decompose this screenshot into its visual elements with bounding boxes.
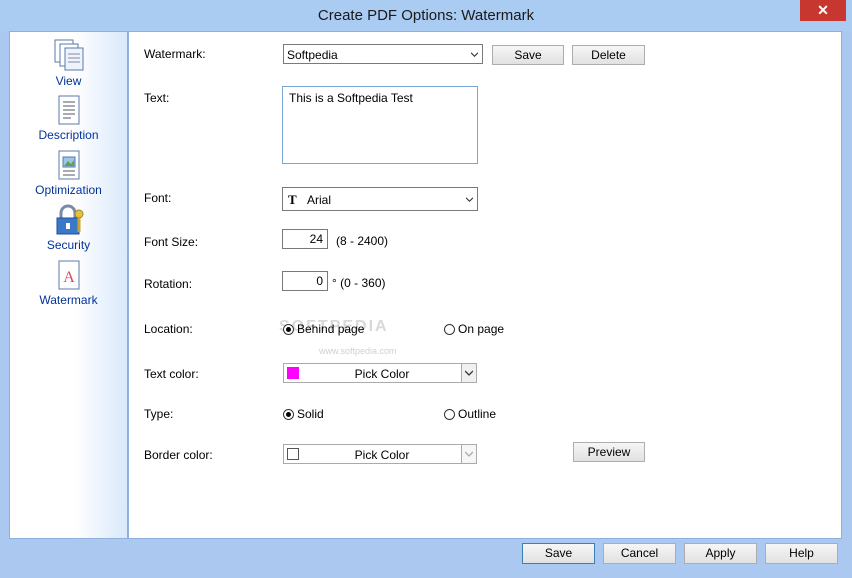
- document-icon: [58, 95, 79, 125]
- radio-indicator: [444, 324, 455, 335]
- radio-indicator: [444, 409, 455, 420]
- font-label: Font:: [144, 191, 172, 205]
- sidebar-item-label: Security: [46, 238, 91, 252]
- help-button[interactable]: Help: [765, 543, 838, 564]
- view-icon: [54, 39, 83, 71]
- text-color-picker[interactable]: Pick Color: [283, 363, 477, 383]
- sidebar-item-label: View: [55, 74, 82, 88]
- sidebar-item-view[interactable]: View: [10, 38, 127, 88]
- border-color-swatch: [287, 448, 299, 460]
- rotation-label: Rotation:: [144, 277, 193, 291]
- radio-selected-indicator: [283, 324, 294, 335]
- sidebar-item-label: Optimization: [35, 183, 102, 197]
- font-type-icon: T: [288, 192, 297, 207]
- chevron-down-icon: [465, 451, 473, 457]
- sidebar-item-optimization[interactable]: Optimization: [10, 149, 127, 197]
- watermark-value: Softpedia: [287, 48, 338, 62]
- cancel-button[interactable]: Cancel: [603, 543, 676, 564]
- rotation-input[interactable]: 0: [282, 271, 328, 291]
- type-outline-radio[interactable]: Outline: [444, 407, 496, 421]
- type-outline-label: Outline: [458, 407, 497, 421]
- sidebar-item-security[interactable]: Security: [10, 204, 127, 252]
- radio-selected-indicator: [283, 409, 294, 420]
- font-size-label: Font Size:: [144, 235, 199, 249]
- location-on-page-label: On page: [458, 322, 505, 336]
- font-size-input[interactable]: 24: [282, 229, 328, 249]
- preview-button[interactable]: Preview: [573, 442, 645, 462]
- sidebar: View Description Optimization Security A…: [9, 31, 128, 539]
- type-solid-radio[interactable]: Solid: [283, 407, 324, 421]
- title-bar: Create PDF Options: Watermark ✕: [0, 0, 852, 31]
- watermark-select[interactable]: Softpedia: [283, 44, 483, 64]
- sidebar-item-label: Watermark: [39, 293, 98, 307]
- rotation-range: ° (0 - 360): [332, 276, 386, 290]
- border-color-pick-label: Pick Color: [354, 448, 410, 462]
- svg-text:A: A: [63, 269, 75, 286]
- window-title: Create PDF Options: Watermark: [317, 7, 535, 24]
- sidebar-item-description[interactable]: Description: [10, 94, 127, 142]
- border-color-label: Border color:: [144, 448, 213, 462]
- location-behind-label: Behind page: [297, 322, 365, 336]
- sidebar-item-label: Description: [38, 128, 99, 142]
- chevron-down-icon: [466, 197, 473, 203]
- image-document-icon: [58, 150, 79, 180]
- location-behind-radio[interactable]: Behind page: [283, 322, 364, 336]
- save-button[interactable]: Save: [522, 543, 595, 564]
- apply-button[interactable]: Apply: [684, 543, 757, 564]
- text-color-label: Text color:: [144, 367, 199, 381]
- chevron-down-icon: [465, 370, 473, 376]
- text-color-swatch: [287, 367, 299, 379]
- border-color-picker[interactable]: Pick Color: [283, 444, 477, 464]
- watermark-icon: A: [58, 260, 79, 290]
- chevron-down-icon: [471, 52, 478, 58]
- text-color-pick-label: Pick Color: [354, 367, 410, 381]
- location-label: Location:: [144, 322, 193, 336]
- font-value: Arial: [307, 193, 332, 207]
- close-button[interactable]: ✕: [800, 0, 846, 21]
- border-color-dropdown[interactable]: [461, 445, 476, 463]
- sidebar-item-watermark[interactable]: A Watermark: [10, 259, 127, 307]
- text-color-dropdown[interactable]: [461, 364, 476, 382]
- lock-key-icon: [56, 204, 83, 235]
- watermark-save-button[interactable]: Save: [492, 45, 564, 65]
- type-label: Type:: [144, 407, 174, 421]
- watermark-delete-button[interactable]: Delete: [572, 45, 645, 65]
- softpedia-watermark-url: www.softpedia.com: [319, 346, 397, 356]
- location-on-page-radio[interactable]: On page: [444, 322, 504, 336]
- font-size-range: (8 - 2400): [336, 234, 389, 248]
- watermark-text-field[interactable]: This is a Softpedia Test: [282, 86, 478, 164]
- font-select[interactable]: T Arial: [282, 187, 478, 211]
- watermark-options-panel: Watermark: Softpedia Save Delete Text: T…: [128, 31, 842, 539]
- text-label: Text:: [144, 91, 170, 105]
- type-solid-label: Solid: [297, 407, 324, 421]
- watermark-label: Watermark:: [144, 47, 206, 61]
